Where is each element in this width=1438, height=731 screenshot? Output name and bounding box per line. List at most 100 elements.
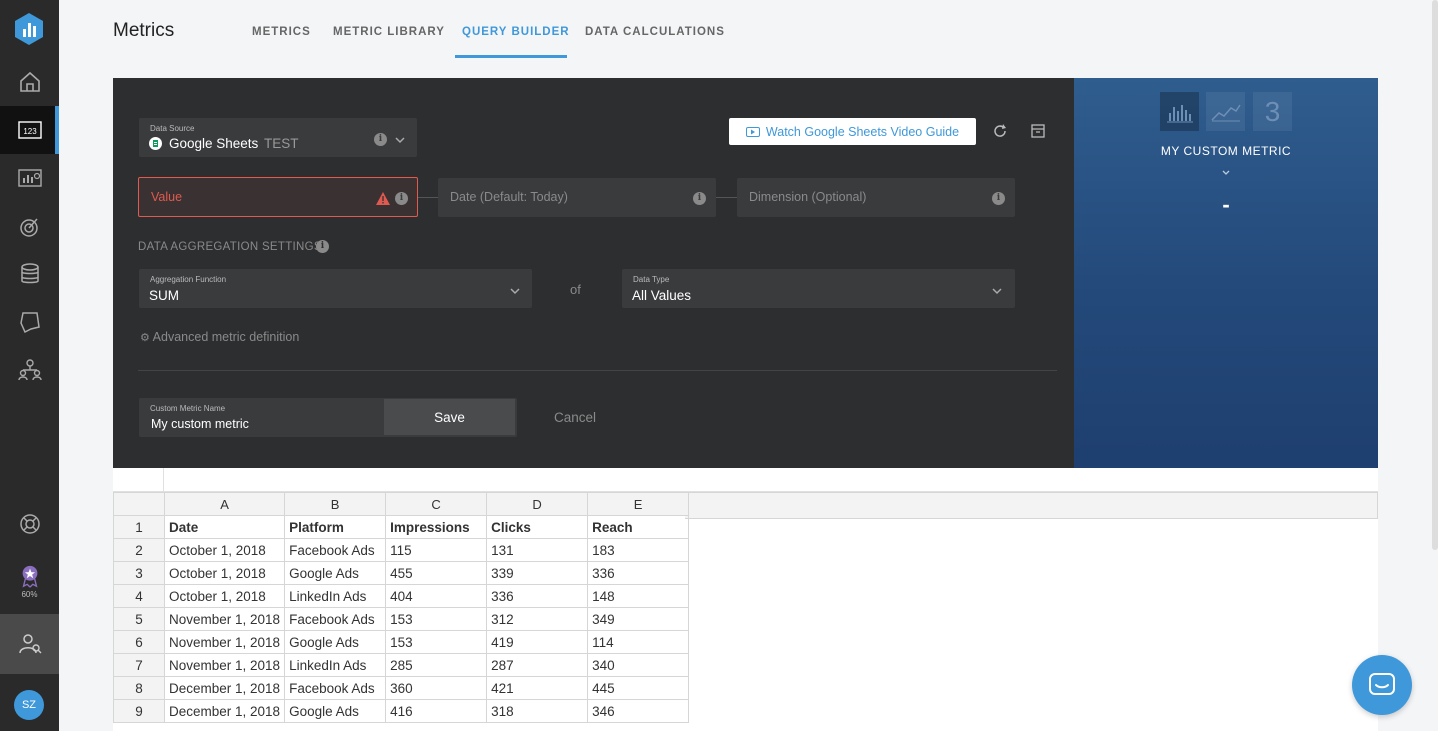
column-header[interactable]: E (587, 492, 690, 516)
row-number[interactable]: 3 (113, 561, 165, 585)
chat-launcher-button[interactable] (1352, 655, 1412, 715)
table-cell[interactable]: Facebook Ads (284, 676, 387, 700)
table-cell[interactable]: December 1, 2018 (163, 676, 286, 700)
sidebar-item-help[interactable] (0, 500, 59, 548)
table-cell[interactable]: 416 (385, 699, 488, 723)
date-field[interactable]: Date (Default: Today) i (438, 178, 716, 217)
table-cell[interactable]: 336 (486, 584, 589, 608)
table-cell[interactable]: 339 (486, 561, 589, 585)
table-cell[interactable]: LinkedIn Ads (284, 584, 387, 608)
table-cell[interactable]: Clicks (486, 515, 589, 539)
table-cell[interactable]: 421 (486, 676, 589, 700)
sidebar-item-databoards[interactable] (0, 154, 59, 202)
tab-data-calculations[interactable]: DATA CALCULATIONS (585, 26, 725, 38)
dimension-field[interactable]: Dimension (Optional) i (737, 178, 1015, 217)
aggregation-function-select[interactable]: Aggregation Function SUM (139, 269, 532, 308)
archive-icon[interactable] (1031, 124, 1045, 138)
info-icon[interactable]: i (395, 192, 408, 205)
sidebar-item-account[interactable] (0, 614, 59, 674)
databox-logo-icon[interactable] (12, 12, 46, 46)
table-cell[interactable]: December 1, 2018 (163, 699, 286, 723)
column-header[interactable]: A (163, 492, 286, 516)
table-cell[interactable]: 114 (587, 630, 690, 654)
sidebar-item-scorecards[interactable] (0, 298, 59, 346)
custom-metric-name-value: My custom metric (151, 417, 249, 431)
table-cell[interactable]: 360 (385, 676, 488, 700)
tab-metrics[interactable]: METRICS (252, 26, 311, 38)
table-cell[interactable]: 285 (385, 653, 488, 677)
table-cell[interactable]: 318 (486, 699, 589, 723)
info-icon[interactable]: i (374, 133, 387, 146)
table-cell[interactable]: 148 (587, 584, 690, 608)
row-number[interactable]: 8 (113, 676, 165, 700)
data-source-select[interactable]: Data Source Google Sheets TEST i (139, 118, 417, 157)
row-number[interactable]: 9 (113, 699, 165, 723)
table-cell[interactable]: Platform (284, 515, 387, 539)
column-header[interactable]: B (284, 492, 387, 516)
info-icon[interactable]: i (992, 192, 1005, 205)
value-field[interactable]: Value i (138, 177, 418, 217)
advanced-metric-definition-link[interactable]: ⚙ Advanced metric definition (140, 330, 299, 344)
table-cell[interactable]: Google Ads (284, 699, 387, 723)
table-cell[interactable]: October 1, 2018 (163, 584, 286, 608)
page-scrollbar[interactable] (1432, 0, 1438, 550)
table-cell[interactable]: 287 (486, 653, 589, 677)
cancel-button[interactable]: Cancel (554, 410, 596, 425)
watch-video-guide-button[interactable]: Watch Google Sheets Video Guide (729, 118, 976, 145)
row-number[interactable]: 7 (113, 653, 165, 677)
chevron-down-icon (395, 137, 405, 144)
save-button[interactable]: Save (384, 399, 515, 435)
table-cell[interactable]: November 1, 2018 (163, 607, 286, 631)
sidebar-item-metrics[interactable]: 123 (0, 106, 59, 154)
table-cell[interactable]: 183 (587, 538, 690, 562)
row-number[interactable]: 1 (113, 515, 165, 539)
table-cell[interactable]: 131 (486, 538, 589, 562)
column-header[interactable]: C (385, 492, 488, 516)
table-cell[interactable]: Google Ads (284, 561, 387, 585)
bar-chart-viz-button[interactable] (1160, 92, 1199, 131)
table-cell[interactable]: 445 (587, 676, 690, 700)
table-cell[interactable]: 340 (587, 653, 690, 677)
table-cell[interactable]: 419 (486, 630, 589, 654)
sidebar-item-goals[interactable] (0, 202, 59, 250)
row-number[interactable]: 2 (113, 538, 165, 562)
table-cell[interactable]: Google Ads (284, 630, 387, 654)
row-number[interactable]: 6 (113, 630, 165, 654)
tab-query-builder[interactable]: QUERY BUILDER (462, 26, 570, 38)
sidebar-item-team[interactable] (0, 346, 59, 394)
table-cell[interactable]: 312 (486, 607, 589, 631)
sidebar-item-data-manager[interactable] (0, 250, 59, 298)
row-number[interactable]: 5 (113, 607, 165, 631)
table-cell[interactable]: 349 (587, 607, 690, 631)
info-icon[interactable]: i (316, 240, 329, 253)
avatar[interactable]: SZ (14, 690, 44, 720)
column-header[interactable]: D (486, 492, 589, 516)
table-cell[interactable]: October 1, 2018 (163, 561, 286, 585)
table-cell[interactable]: Reach (587, 515, 690, 539)
sidebar-onboarding-progress[interactable]: 60% (0, 562, 59, 604)
table-cell[interactable]: Impressions (385, 515, 488, 539)
table-cell[interactable]: LinkedIn Ads (284, 653, 387, 677)
table-cell[interactable]: 153 (385, 630, 488, 654)
tab-metric-library[interactable]: METRIC LIBRARY (333, 26, 445, 38)
info-icon[interactable]: i (693, 192, 706, 205)
refresh-icon[interactable] (993, 124, 1007, 138)
table-cell[interactable]: 336 (587, 561, 690, 585)
row-number[interactable]: 4 (113, 584, 165, 608)
table-cell[interactable]: 346 (587, 699, 690, 723)
line-chart-viz-button[interactable] (1206, 92, 1245, 131)
table-cell[interactable]: 153 (385, 607, 488, 631)
table-cell[interactable]: 115 (385, 538, 488, 562)
table-cell[interactable]: 455 (385, 561, 488, 585)
chevron-down-icon[interactable] (1221, 169, 1231, 177)
table-cell[interactable]: 404 (385, 584, 488, 608)
table-cell[interactable]: Date (163, 515, 286, 539)
table-cell[interactable]: Facebook Ads (284, 607, 387, 631)
number-viz-button[interactable]: 3 (1253, 92, 1292, 131)
table-cell[interactable]: November 1, 2018 (163, 630, 286, 654)
data-type-select[interactable]: Data Type All Values (622, 269, 1015, 308)
sidebar-item-home[interactable] (0, 58, 59, 106)
table-cell[interactable]: November 1, 2018 (163, 653, 286, 677)
table-cell[interactable]: Facebook Ads (284, 538, 387, 562)
table-cell[interactable]: October 1, 2018 (163, 538, 286, 562)
